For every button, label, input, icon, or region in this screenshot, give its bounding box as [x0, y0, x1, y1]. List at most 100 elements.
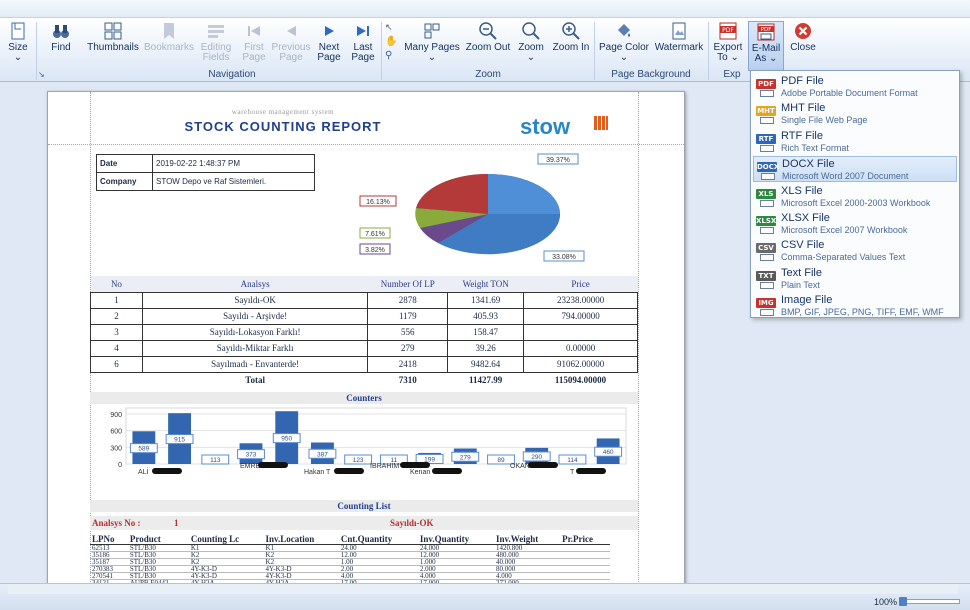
close-button[interactable]: Close: [788, 21, 818, 67]
column-header: Counting Lc: [188, 534, 264, 545]
binoculars-icon: [51, 21, 71, 41]
export-option-docx[interactable]: DOCX DOCX File Microsoft Word 2007 Documen…: [753, 156, 957, 183]
export-option-img[interactable]: IMG Image File BMP, GIF, JPEG, PNG, TIFF, …: [753, 293, 957, 319]
counting-list-band: Counting List: [90, 500, 638, 512]
size-button[interactable]: Size ⌄: [4, 21, 32, 67]
paint-bucket-icon: [614, 21, 634, 41]
hand-icon[interactable]: ✋: [385, 36, 399, 50]
export-option-xlsx[interactable]: XLSX XLSX File Microsoft Excel 2007 Workbo…: [753, 211, 957, 237]
next-page-icon: [319, 21, 339, 41]
bar-value-label: 373: [246, 452, 257, 459]
redaction-mark: [258, 462, 288, 468]
redaction-mark: [334, 468, 364, 474]
chevron-down-icon: ⌄: [619, 52, 629, 63]
export-option-pdf[interactable]: PDF PDF File Adobe Portable Document Forma…: [753, 74, 957, 100]
counting-list-table: LPNo Product Counting Lc Inv.Location Cnt.Qu…: [90, 534, 610, 587]
page-color-button[interactable]: Page Color ⌄: [596, 21, 652, 67]
bar-value-label: 387: [317, 451, 328, 458]
export-option-txt[interactable]: TXT Text File Plain Text: [753, 266, 957, 292]
find-button[interactable]: Find: [44, 21, 78, 67]
export-option-csv[interactable]: CSV CSV File Comma-Separated Values Text: [753, 238, 957, 264]
img-file-icon: IMG: [755, 295, 777, 317]
zoom-out-button[interactable]: Zoom Out: [464, 21, 512, 67]
zoom-in-button[interactable]: Zoom In: [550, 21, 592, 67]
last-page-button[interactable]: Last Page: [348, 21, 378, 67]
margin-guide: [48, 144, 684, 145]
group-separator: [708, 22, 709, 80]
group-label-zoom: Zoom: [475, 69, 501, 80]
group-label-navigation: Navigation: [208, 69, 256, 80]
xlsx-file-icon: XLSX: [755, 213, 777, 235]
x-category-label: OKAN: [510, 463, 530, 470]
zoom-slider-thumb[interactable]: [899, 597, 907, 606]
analysis-row: 1 Sayıldı-OK 2878 1341.69 23238.00000: [90, 291, 638, 309]
analysis-row: 2 Sayıldı - Arşivde! 1179 405.93 794.00000: [90, 307, 638, 325]
watermark-button[interactable]: Watermark: [652, 21, 706, 67]
group-label-export: Exp: [723, 69, 741, 80]
counters-bar-chart: 0300600900589915113373950387123 11 199 279 8…: [110, 407, 627, 476]
chevron-down-icon: ⌄: [730, 52, 739, 63]
export-option-xls[interactable]: XLS XLS File Microsoft Excel 2000-2003 Wor…: [753, 184, 957, 210]
cursor-icon[interactable]: ↖: [385, 22, 399, 36]
y-tick-label: 600: [110, 429, 122, 436]
bar-value-label: 113: [210, 457, 221, 464]
redaction-mark: [576, 468, 606, 474]
zoom-button[interactable]: Zoom ⌄: [514, 21, 548, 67]
x-category-label: İBRAHİM: [370, 461, 399, 470]
magnifier-icon[interactable]: ⚲: [385, 50, 399, 64]
previous-page-button[interactable]: Previous Page: [270, 21, 312, 67]
redaction-mark: [152, 468, 182, 474]
dialog-launcher-icon[interactable]: ↘: [38, 70, 45, 79]
pointer-tools: ↖ ✋ ⚲: [385, 22, 399, 66]
email-as-button[interactable]: PDF E-Mail As ⌄: [748, 21, 784, 71]
group-separator: [594, 22, 595, 80]
pie-label: 33.08%: [552, 254, 576, 261]
export-option-mht[interactable]: MHT MHT File Single File Web Page: [753, 101, 957, 127]
x-category-label: EMRE: [240, 463, 261, 470]
column-header: LPNo: [90, 534, 128, 545]
column-header: Product: [127, 534, 189, 545]
editing-fields-button[interactable]: Editing Fields: [198, 21, 234, 67]
thumbnails-button[interactable]: Thumbnails: [84, 21, 142, 67]
group-label-page-background: Page Background: [611, 69, 691, 80]
status-bar: 100%: [0, 583, 970, 610]
xls-file-icon: XLS: [755, 186, 777, 208]
zoom-slider[interactable]: [899, 597, 960, 606]
mht-file-icon: MHT: [755, 103, 777, 125]
bookmarks-button[interactable]: Bookmarks: [142, 21, 196, 67]
y-tick-label: 0: [118, 462, 122, 469]
bar-value-label: 460: [603, 449, 614, 456]
zoom-icon: [521, 21, 541, 41]
bookmark-icon: [159, 21, 179, 41]
email-pdf-icon: PDF: [756, 22, 776, 42]
bar-value-label: 915: [174, 437, 185, 444]
pie-slice: [416, 173, 488, 214]
bar-value-label: 279: [460, 454, 471, 461]
plot-area: [125, 407, 627, 465]
csv-file-icon: CSV: [755, 240, 777, 262]
bar-value-label: 123: [353, 457, 364, 464]
y-tick-label: 900: [110, 412, 122, 419]
analysis-table: No Analsys Number Of LP Weight TON Price…: [90, 276, 638, 388]
window-top-strip: [0, 0, 970, 18]
column-header: Inv.Weight: [493, 534, 561, 545]
first-page-button[interactable]: First Page: [240, 21, 268, 67]
export-to-button[interactable]: PDF Export To ⌄: [710, 21, 746, 67]
last-page-icon: [353, 21, 373, 41]
redaction-mark: [400, 462, 430, 468]
pie-chart: 39.37% 33.08% 16.13% 7.61% 3.82%: [359, 153, 585, 262]
export-option-rtf[interactable]: RTF RTF File Rich Text Format: [753, 129, 957, 155]
chevron-down-icon: ⌄: [13, 52, 23, 63]
info-table: Date 2019-02-22 1:48:37 PM Company STOW …: [96, 154, 315, 191]
horizontal-scrollbar[interactable]: [8, 584, 958, 594]
bar-value-label: 290: [531, 454, 542, 461]
next-page-button[interactable]: Next Page: [314, 21, 344, 67]
y-tick-label: 300: [110, 445, 122, 452]
many-pages-button[interactable]: Many Pages ⌄: [404, 21, 460, 67]
x-category-label: Kenan: [410, 469, 430, 476]
bar-value-label: 89: [497, 457, 505, 464]
previous-page-icon: [281, 21, 301, 41]
column-header: Pr.Price: [560, 534, 610, 545]
zoom-in-icon: [561, 21, 581, 41]
bar-value-label: 589: [138, 446, 149, 453]
